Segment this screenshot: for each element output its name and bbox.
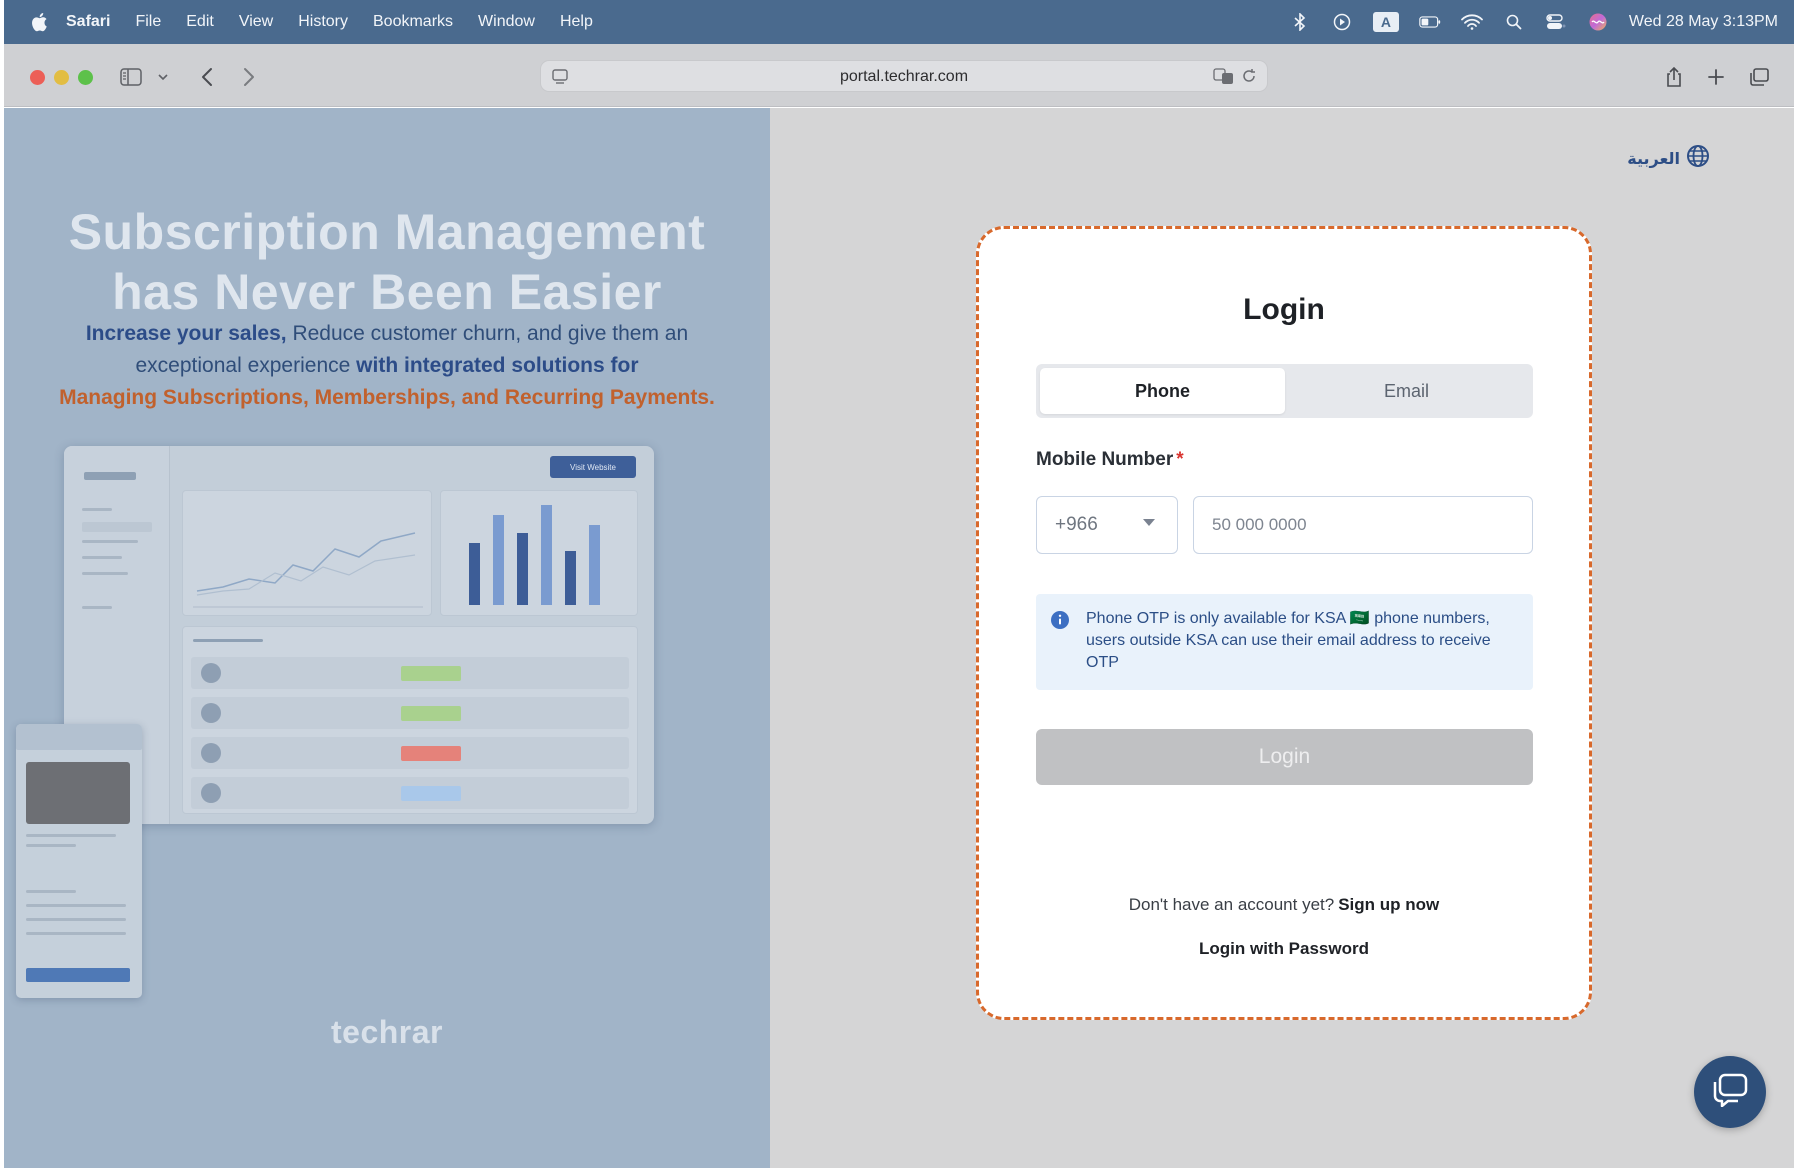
signup-link[interactable]: Sign up now bbox=[1338, 895, 1439, 914]
hero-subtitle: Increase your sales, Reduce customer chu… bbox=[59, 322, 715, 409]
country-code-select[interactable]: +966 bbox=[1036, 496, 1178, 554]
new-tab-button[interactable] bbox=[1701, 62, 1731, 92]
menubar-status-area: A Wed 28 May 3:13PM bbox=[1289, 0, 1778, 44]
brand-logo: techrar bbox=[331, 1014, 443, 1050]
language-label: العربية bbox=[1627, 150, 1680, 168]
signup-prompt: Don't have an account yet? Sign up now bbox=[979, 895, 1589, 915]
menu-history[interactable]: History bbox=[298, 13, 348, 31]
siri-icon[interactable] bbox=[1587, 11, 1609, 33]
zoom-window-button[interactable] bbox=[78, 70, 93, 85]
otp-info-notice: Phone OTP is only available for KSA 🇸🇦 p… bbox=[1036, 594, 1533, 690]
chat-bubble-icon bbox=[1712, 1073, 1748, 1112]
language-switch[interactable]: العربية bbox=[1627, 144, 1710, 173]
tab-overview-button[interactable] bbox=[1744, 62, 1774, 92]
login-card: Login Phone Email Mobile Number* +966 Ph… bbox=[976, 226, 1592, 1020]
menu-app-name[interactable]: Safari bbox=[66, 13, 110, 31]
spotlight-search-icon[interactable] bbox=[1503, 11, 1525, 33]
mockup-subscription-table bbox=[182, 626, 638, 814]
minimize-window-button[interactable] bbox=[54, 70, 69, 85]
hero-title: Subscription Management has Never Been E… bbox=[68, 204, 706, 320]
otp-info-text: Phone OTP is only available for KSA 🇸🇦 p… bbox=[1086, 610, 1491, 671]
forward-button[interactable] bbox=[234, 62, 264, 92]
info-icon bbox=[1050, 610, 1070, 630]
address-bar[interactable]: portal.techrar.com bbox=[540, 60, 1268, 92]
login-method-tabs: Phone Email bbox=[1036, 364, 1533, 418]
apple-menu-icon[interactable] bbox=[28, 11, 50, 33]
globe-icon bbox=[1686, 144, 1710, 173]
translate-icon[interactable] bbox=[1213, 67, 1235, 90]
menu-edit[interactable]: Edit bbox=[186, 13, 214, 31]
reload-icon[interactable] bbox=[1241, 67, 1257, 90]
wifi-icon[interactable] bbox=[1460, 11, 1483, 33]
close-window-button[interactable] bbox=[30, 70, 45, 85]
login-area: العربية Login Phone Email Mobile Number *… bbox=[770, 108, 1794, 1168]
menu-view[interactable]: View bbox=[239, 13, 273, 31]
no-account-text: Don't have an account yet? bbox=[1128, 895, 1335, 914]
window-controls bbox=[30, 70, 93, 85]
bluetooth-icon[interactable] bbox=[1289, 11, 1311, 33]
mobile-number-input[interactable] bbox=[1193, 496, 1533, 554]
country-code-value: +966 bbox=[1055, 514, 1098, 535]
browser-toolbar: portal.techrar.com bbox=[4, 44, 1794, 107]
dashboard-mockup-image: Visit Website bbox=[64, 446, 654, 824]
control-center-icon[interactable] bbox=[1545, 11, 1567, 33]
mockup-bar-chart bbox=[440, 490, 638, 616]
input-source-indicator[interactable]: A bbox=[1372, 12, 1399, 32]
share-button[interactable] bbox=[1659, 62, 1689, 92]
login-with-password-link[interactable]: Login with Password bbox=[979, 939, 1589, 959]
mobile-number-label: Mobile Number * bbox=[1036, 449, 1184, 470]
menu-help[interactable]: Help bbox=[560, 13, 593, 31]
tab-email[interactable]: Email bbox=[1284, 368, 1529, 414]
caret-down-icon bbox=[1143, 519, 1155, 526]
menu-file[interactable]: File bbox=[135, 13, 161, 31]
menu-bookmarks[interactable]: Bookmarks bbox=[373, 13, 453, 31]
tab-group-chevron-down-icon[interactable] bbox=[148, 62, 178, 92]
mockup-visit-website-button: Visit Website bbox=[550, 456, 636, 478]
hero-panel: Subscription Management has Never Been E… bbox=[4, 108, 770, 1168]
required-asterisk: * bbox=[1176, 449, 1184, 470]
play-circle-icon[interactable] bbox=[1331, 11, 1353, 33]
sidebar-toggle-button[interactable] bbox=[116, 62, 146, 92]
menu-window[interactable]: Window bbox=[478, 13, 535, 31]
macos-menu-bar: Safari File Edit View History Bookmarks … bbox=[4, 0, 1794, 44]
tab-phone[interactable]: Phone bbox=[1040, 368, 1285, 414]
login-submit-button[interactable]: Login bbox=[1036, 729, 1533, 785]
back-button[interactable] bbox=[192, 62, 222, 92]
chat-support-button[interactable] bbox=[1694, 1056, 1766, 1128]
mockup-line-chart bbox=[182, 490, 432, 616]
login-title: Login bbox=[1243, 293, 1325, 326]
battery-icon[interactable] bbox=[1419, 11, 1441, 33]
mobile-mockup-image bbox=[16, 724, 142, 998]
menubar-datetime[interactable]: Wed 28 May 3:13PM bbox=[1629, 13, 1778, 31]
url-text[interactable]: portal.techrar.com bbox=[541, 68, 1267, 86]
